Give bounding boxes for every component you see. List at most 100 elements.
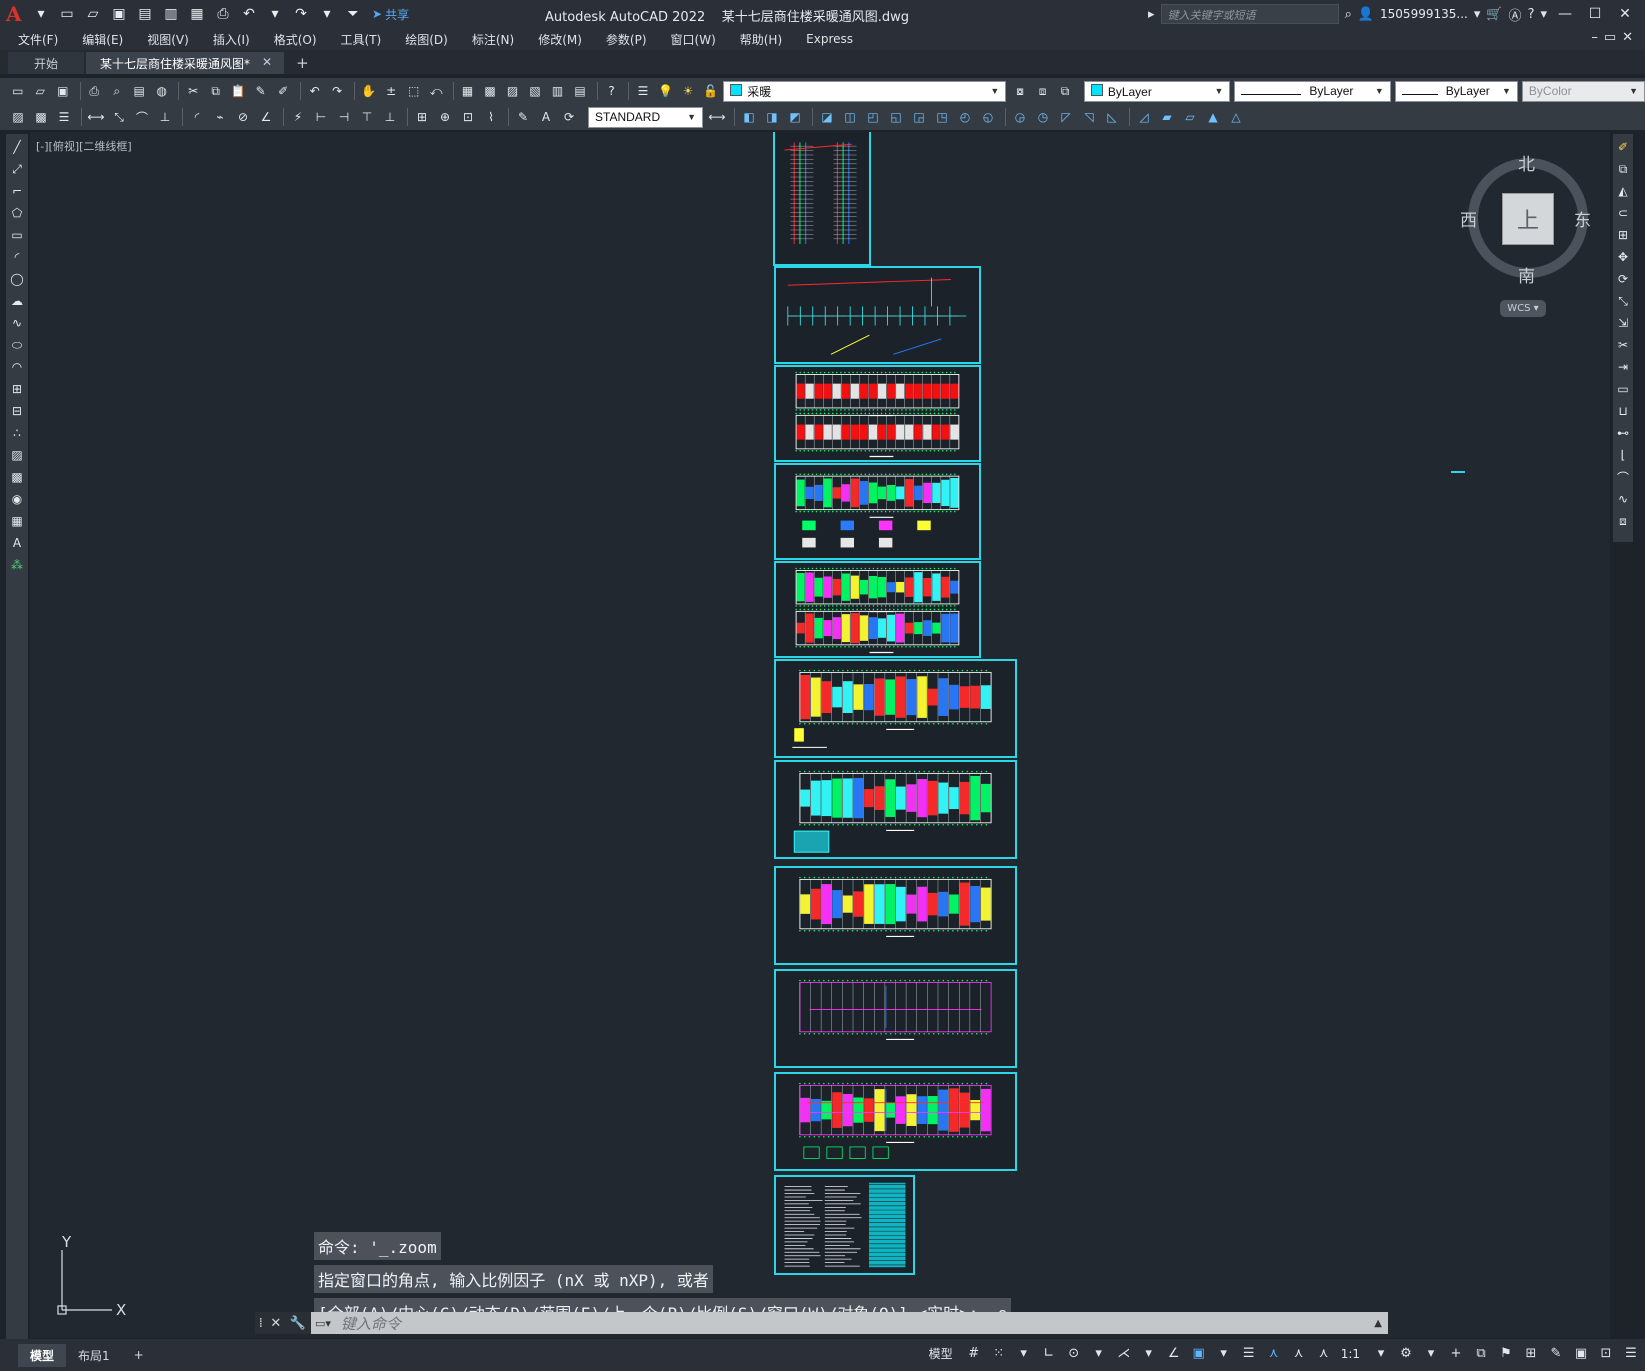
menu-tools[interactable]: 工具(T) — [341, 31, 382, 48]
hardware-acceleration-icon[interactable]: ▣ — [1573, 1346, 1589, 1361]
wcs-menu-button[interactable]: WCS ▾ — [1500, 300, 1546, 317]
mirror-icon[interactable]: ◭ — [1614, 182, 1632, 200]
layer-freeze-icon[interactable]: ☀ — [678, 81, 698, 101]
minimize-icon[interactable]: — — [1553, 6, 1577, 22]
drawing-sheet[interactable] — [774, 659, 1017, 758]
linetype-dropdown[interactable]: ByLayer ▼ — [1234, 80, 1391, 102]
move-faces-icon[interactable]: ◫ — [840, 107, 860, 127]
markup-icon[interactable]: ▥ — [548, 81, 568, 101]
zoom-window-icon[interactable]: ⬚ — [404, 81, 424, 101]
clean-screen-icon[interactable]: ⊡ — [1598, 1346, 1614, 1361]
tab-model[interactable]: 模型 — [18, 1343, 67, 1367]
viewcube[interactable]: 北 南 东 西 上 — [1460, 150, 1591, 287]
command-history-expand-icon[interactable]: ▲ — [1374, 1318, 1382, 1329]
open-file-icon[interactable]: ▱ — [82, 3, 104, 25]
dimstyle-dropdown[interactable]: STANDARD ▼ — [588, 106, 703, 128]
application-menu-arrow-icon[interactable]: ▾ — [30, 3, 52, 25]
chamfer-edges-icon[interactable]: △ — [1226, 107, 1246, 127]
user-name[interactable]: 1505999135... — [1380, 7, 1468, 21]
array-icon[interactable]: ⊞ — [1614, 226, 1632, 244]
line-icon[interactable]: ╱ — [8, 138, 26, 156]
copy-icon[interactable]: ⧉ — [206, 81, 226, 101]
sheet-set-icon[interactable]: ▧ — [525, 81, 545, 101]
annotation-monitor-icon[interactable]: + — [1448, 1346, 1464, 1361]
ordinate-dim-icon[interactable]: ⊥ — [155, 107, 175, 127]
autocad-logo-icon[interactable]: A — [6, 2, 26, 26]
dim-edit-icon[interactable]: ✎ — [513, 107, 533, 127]
close-icon[interactable]: ✕ — [1613, 6, 1637, 22]
save-icon[interactable]: ▣ — [108, 3, 130, 25]
menu-view[interactable]: 视图(V) — [147, 31, 189, 48]
menu-modify[interactable]: 修改(M) — [538, 31, 582, 48]
undo-icon[interactable]: ↶ — [238, 3, 260, 25]
help-toolbar-icon[interactable]: ? — [602, 81, 622, 101]
model-viewport[interactable]: [-][俯视][二维线框] — [30, 132, 1610, 1338]
compass-west[interactable]: 西 — [1460, 206, 1477, 231]
table-icon[interactable]: ▦ — [8, 512, 26, 530]
cart-icon[interactable]: 🛒 — [1486, 7, 1502, 22]
help-icon[interactable]: ? — [1528, 7, 1535, 22]
menu-edit[interactable]: 编辑(E) — [82, 31, 123, 48]
zoom-realtime-icon[interactable]: ± — [381, 81, 401, 101]
snap-icon[interactable]: ⁙ — [991, 1346, 1007, 1361]
drawing-sheet[interactable] — [773, 132, 871, 266]
compass-north[interactable]: 北 — [1518, 150, 1535, 175]
offset-faces-icon[interactable]: ◰ — [863, 107, 883, 127]
multiline-text-icon[interactable]: A — [8, 534, 26, 552]
hatch-icon[interactable]: ▨ — [8, 446, 26, 464]
design-center-icon[interactable]: ▩ — [480, 81, 500, 101]
drawing-sheet[interactable] — [774, 365, 981, 462]
drawing-sheet[interactable] — [774, 1072, 1017, 1171]
region-icon[interactable]: ◉ — [8, 490, 26, 508]
union-icon[interactable]: ◧ — [739, 107, 759, 127]
rotate-faces-icon[interactable]: ◲ — [909, 107, 929, 127]
dim-break-icon[interactable]: ⊥ — [380, 107, 400, 127]
object-snap-icon[interactable]: ▣ — [1191, 1346, 1207, 1361]
redo-toolbar-icon[interactable]: ↷ — [327, 81, 347, 101]
match-properties-icon[interactable]: ✎ — [251, 81, 271, 101]
baseline-dim-icon[interactable]: ⊢ — [311, 107, 331, 127]
save-as-icon[interactable]: ▤ — [134, 3, 156, 25]
3d-print-icon[interactable]: ◍ — [152, 81, 172, 101]
insert-block-icon[interactable]: ▩ — [31, 107, 51, 127]
quick-dim-icon[interactable]: ⚡ — [288, 107, 308, 127]
linear-dim-icon[interactable]: ⟷ — [86, 107, 106, 127]
tab-layout1[interactable]: 布局1 — [66, 1344, 122, 1367]
block-editor-icon[interactable]: ✐ — [273, 81, 293, 101]
command-close-icon[interactable]: ✕ — [270, 1316, 281, 1331]
drawing-sheet[interactable] — [774, 969, 1017, 1068]
drawing-sheet[interactable] — [774, 266, 981, 364]
annotation-scale-icon[interactable]: ⋏ — [1316, 1346, 1332, 1361]
compass-east[interactable]: 东 — [1574, 206, 1591, 231]
fillet-edges-icon[interactable]: ▲ — [1203, 107, 1223, 127]
document-window-controls[interactable]: –▭✕ — [1591, 30, 1639, 45]
redo-dropdown-icon[interactable]: ▾ — [316, 3, 338, 25]
jogged-dim-icon[interactable]: ⌁ — [210, 107, 230, 127]
redo-icon[interactable]: ↷ — [290, 3, 312, 25]
insert-block-left-icon[interactable]: ⊞ — [8, 380, 26, 398]
quick-properties-icon[interactable]: ⚑ — [1498, 1346, 1514, 1361]
autodesk-account-icon[interactable]: Ⓐ — [1509, 5, 1522, 24]
model-space-button[interactable]: 模型 — [929, 1345, 953, 1362]
menu-file[interactable]: 文件(F) — [18, 31, 58, 48]
new-tab-button[interactable]: + — [286, 52, 319, 74]
delete-faces-icon[interactable]: ◱ — [886, 107, 906, 127]
qnew-icon[interactable]: ▭ — [8, 81, 28, 101]
break-at-point-icon[interactable]: ▭ — [1614, 380, 1632, 398]
grip-icon[interactable]: ⁞ — [259, 1316, 263, 1331]
explode-icon[interactable]: ⧈ — [1614, 512, 1632, 530]
drawing-sheet[interactable] — [774, 561, 981, 658]
lock-ui-icon[interactable]: ⊞ — [1523, 1346, 1539, 1361]
polar-dropdown-icon[interactable]: ▾ — [1091, 1346, 1107, 1361]
stretch-icon[interactable]: ⇲ — [1614, 314, 1632, 332]
make-current-layer-icon[interactable]: ⧇ — [1010, 81, 1030, 101]
command-line-handle[interactable]: ⁞ ✕ — [255, 1312, 285, 1334]
cut-icon[interactable]: ✂ — [183, 81, 203, 101]
zoom-previous-icon[interactable]: ⤺ — [426, 81, 446, 101]
check-icon[interactable]: ◺ — [1102, 107, 1122, 127]
quickcalc-icon[interactable]: ▤ — [570, 81, 590, 101]
trim-icon[interactable]: ✂ — [1614, 336, 1632, 354]
tab-close-icon[interactable]: ✕ — [262, 55, 272, 71]
isodraft-dropdown-icon[interactable]: ▾ — [1141, 1346, 1157, 1361]
layer-on-icon[interactable]: 💡 — [656, 81, 676, 101]
